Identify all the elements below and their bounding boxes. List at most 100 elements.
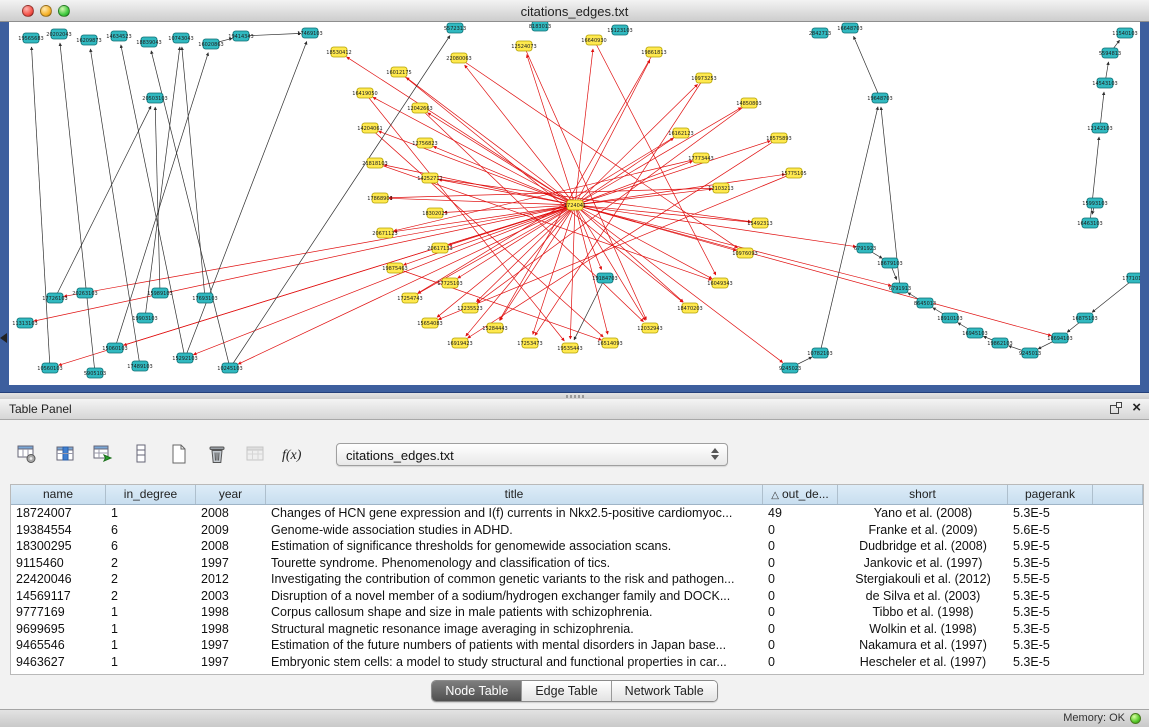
graph-edge[interactable] xyxy=(820,107,878,353)
graph-node[interactable]: 11540103 xyxy=(1112,28,1137,38)
graph-edge[interactable] xyxy=(34,205,575,321)
graph-node[interactable]: 2842713 xyxy=(809,28,831,38)
graph-node[interactable]: 18530412 xyxy=(326,47,351,57)
graph-node[interactable]: 17725103 xyxy=(437,278,462,288)
graph-node[interactable]: 19861813 xyxy=(641,47,666,57)
graph-node[interactable]: 19875463 xyxy=(382,263,407,273)
graph-node[interactable]: 17254743 xyxy=(397,293,422,303)
graph-node[interactable]: 10782103 xyxy=(807,348,832,358)
graph-node[interactable]: 12032943 xyxy=(637,323,662,333)
graph-node[interactable]: 18910103 xyxy=(937,313,962,323)
graph-node[interactable]: 19414343 xyxy=(228,31,253,41)
graph-edge[interactable] xyxy=(575,49,593,205)
graph-node[interactable]: 17489103 xyxy=(127,361,152,371)
graph-node[interactable]: 15993103 xyxy=(1082,198,1107,208)
graph-edge[interactable] xyxy=(64,205,575,296)
table-row[interactable]: 1938455462009Genome-wide association stu… xyxy=(11,522,1143,539)
graph-node[interactable]: 8645013 xyxy=(914,298,936,308)
graph-node[interactable]: 16419050 xyxy=(352,88,377,98)
graph-node[interactable]: 16049343 xyxy=(707,278,732,288)
new-file-button[interactable] xyxy=(166,441,192,467)
rows-button[interactable] xyxy=(128,441,154,467)
import-table-button[interactable] xyxy=(90,441,116,467)
graph-edge[interactable] xyxy=(394,205,575,232)
select-columns-button[interactable] xyxy=(52,441,78,467)
graph-node[interactable]: 14252712 xyxy=(417,173,442,183)
graph-node[interactable]: 12142103 xyxy=(1087,123,1112,133)
graph-node[interactable]: 12524073 xyxy=(511,41,536,51)
graph-edge[interactable] xyxy=(347,57,575,205)
graph-node[interactable]: 16463103 xyxy=(1077,218,1102,228)
graph-node[interactable]: 19535443 xyxy=(557,343,582,353)
graph-node[interactable]: 15284443 xyxy=(482,323,507,333)
graph-node[interactable]: 16640930 xyxy=(581,35,606,45)
graph-edge[interactable] xyxy=(182,47,205,298)
graph-edge[interactable] xyxy=(575,205,608,334)
panel-collapse-arrow[interactable] xyxy=(0,333,7,343)
table-row[interactable]: 2242004622012Investigating the contribut… xyxy=(11,571,1143,588)
column-header-out-degree[interactable]: △out_de... xyxy=(763,485,838,504)
graph-node[interactable]: 18839043 xyxy=(136,37,161,47)
graph-node[interactable]: 1724041 xyxy=(564,200,586,210)
graph-node[interactable]: 18679103 xyxy=(877,258,902,268)
graph-node[interactable]: 16162123 xyxy=(668,128,693,138)
graph-edge[interactable] xyxy=(575,141,770,205)
graph-node[interactable]: 16012175 xyxy=(386,67,411,77)
network-canvas[interactable]: 1724041 18530412 16012175 22080063 12524073 1… xyxy=(9,22,1140,385)
table-row[interactable]: 946362711997Embryonic stem cells: a mode… xyxy=(11,654,1143,671)
graph-node[interactable]: 15123103 xyxy=(607,25,632,35)
graph-node[interactable]: 18302023 xyxy=(422,208,447,218)
graph-edge[interactable] xyxy=(418,133,681,293)
graph-node[interactable]: 18470203 xyxy=(677,303,702,313)
graph-node[interactable]: 6791923 xyxy=(854,243,876,253)
graph-node[interactable]: 20202043 xyxy=(46,29,71,39)
graph-edge[interactable] xyxy=(575,84,698,205)
graph-node[interactable]: 19565683 xyxy=(18,33,43,43)
table-row[interactable]: 977716911998Corpus callosum shape and si… xyxy=(11,604,1143,621)
graph-node[interactable]: 19648703 xyxy=(867,93,892,103)
graph-edge[interactable] xyxy=(575,205,1051,336)
graph-edge[interactable] xyxy=(574,278,605,340)
graph-node[interactable]: 18694103 xyxy=(1047,333,1072,343)
graph-node[interactable]: 21818103 xyxy=(362,158,387,168)
table-row[interactable]: 1830029562008Estimation of significance … xyxy=(11,538,1143,555)
graph-edge[interactable] xyxy=(854,36,880,98)
graph-node[interactable]: 15060103 xyxy=(102,343,127,353)
graph-edge[interactable] xyxy=(241,33,301,36)
graph-node[interactable]: 17868903 xyxy=(367,193,392,203)
graph-node[interactable]: 16514093 xyxy=(597,338,622,348)
graph-node[interactable]: 10560103 xyxy=(37,363,62,373)
graph-node[interactable]: 5905103 xyxy=(84,368,106,378)
graph-node[interactable]: 16020863 xyxy=(198,39,223,49)
graph-node[interactable]: 17693103 xyxy=(192,293,217,303)
graph-edge[interactable] xyxy=(575,205,856,247)
column-header-short[interactable]: short xyxy=(838,485,1008,504)
graph-edge[interactable] xyxy=(90,49,140,366)
graph-node[interactable]: 10743043 xyxy=(168,33,193,43)
graph-edge[interactable] xyxy=(60,43,95,373)
table-selector-dropdown[interactable]: citations_edges.txt xyxy=(336,443,728,466)
graph-node[interactable]: 12235523 xyxy=(457,303,482,313)
graph-edge[interactable] xyxy=(370,128,603,337)
graph-edge[interactable] xyxy=(155,107,160,293)
table-row[interactable]: 1872400712008Changes of HCN gene express… xyxy=(11,505,1143,522)
graph-edge[interactable] xyxy=(1090,137,1099,223)
column-header-year[interactable]: year xyxy=(196,485,266,504)
graph-node[interactable]: 16648703 xyxy=(837,23,862,33)
graph-node[interactable]: 10973253 xyxy=(691,73,716,83)
graph-edge[interactable] xyxy=(145,47,180,318)
graph-node[interactable]: 17710103 xyxy=(1122,273,1140,283)
function-builder-button[interactable]: f(x) xyxy=(280,441,306,467)
graph-edge[interactable] xyxy=(458,205,575,278)
graph-node[interactable]: 16919423 xyxy=(447,338,472,348)
graph-edge[interactable] xyxy=(121,45,185,358)
graph-node[interactable]: 22080063 xyxy=(446,53,471,63)
graph-node[interactable]: 20263103 xyxy=(72,288,97,298)
graph-node[interactable]: 5572313 xyxy=(444,23,466,33)
graph-node[interactable]: 14850803 xyxy=(736,98,761,108)
graph-edge[interactable] xyxy=(433,146,575,205)
close-panel-icon[interactable]: × xyxy=(1132,401,1141,415)
window-titlebar[interactable]: citations_edges.txt xyxy=(0,0,1149,22)
graph-node[interactable]: 16875103 xyxy=(1072,313,1097,323)
graph-node[interactable]: 15492313 xyxy=(747,218,772,228)
